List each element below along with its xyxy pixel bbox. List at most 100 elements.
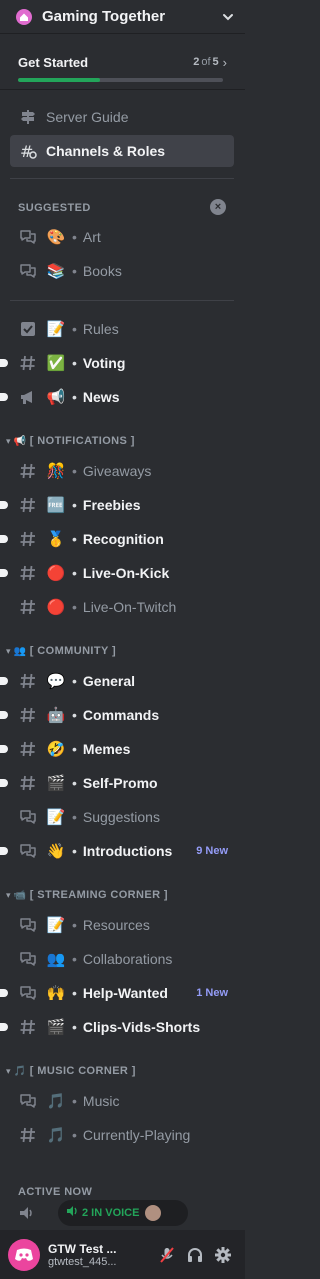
separator-dot: • xyxy=(72,321,77,337)
channel-name: Commands xyxy=(82,707,160,723)
channel-item[interactable]: 🙌 • Help-Wanted 1 New xyxy=(0,977,234,1009)
mute-mic-button[interactable] xyxy=(153,1241,181,1269)
chevron-right-icon: › xyxy=(222,54,227,70)
channel-item[interactable]: 🥇 • Recognition xyxy=(0,523,234,555)
mic-muted-icon xyxy=(160,1246,174,1263)
separator-dot: • xyxy=(72,843,77,859)
channel-emoji: 🤖 xyxy=(46,707,66,724)
unread-indicator xyxy=(0,1023,8,1031)
channel-emoji: 🙌 xyxy=(46,985,66,1002)
channel-emoji: 📚 xyxy=(46,263,66,280)
chevron-down-icon: ▾ xyxy=(6,645,11,656)
separator-dot: • xyxy=(72,985,77,1001)
unread-indicator xyxy=(0,501,8,509)
channel-name: Self-Promo xyxy=(82,775,158,791)
channel-item[interactable]: 🎬 • Clips-Vids-Shorts xyxy=(0,1011,234,1043)
server-home-icon xyxy=(14,7,34,27)
channel-item[interactable]: 📚 • Books xyxy=(10,255,234,287)
channel-emoji: ✅ xyxy=(46,355,66,372)
user-settings-button[interactable] xyxy=(209,1241,237,1269)
separator-dot: • xyxy=(72,463,77,479)
user-panel: GTW Test ... gtwtest_445... xyxy=(0,1230,245,1279)
channel-name: News xyxy=(82,389,120,405)
get-started-progress-bar xyxy=(18,78,223,82)
deafen-button[interactable] xyxy=(181,1241,209,1269)
channel-item[interactable]: 💬 • General xyxy=(0,665,234,697)
channel-item[interactable]: 🤣 • Memes xyxy=(0,733,234,765)
channel-name: Music xyxy=(82,1093,120,1109)
unread-indicator xyxy=(0,677,8,685)
channel-emoji: 🎵 xyxy=(46,1127,66,1144)
suggested-header: SUGGESTED xyxy=(18,202,91,214)
separator-dot: • xyxy=(72,951,77,967)
channel-emoji: 🎨 xyxy=(46,229,66,246)
hash-icon xyxy=(18,529,38,549)
channel-item[interactable]: 📝 • Suggestions xyxy=(10,801,234,833)
channel-item[interactable]: 🤖 • Commands xyxy=(0,699,234,731)
channel-name: Live-On-Kick xyxy=(82,565,170,581)
get-started-panel[interactable]: Get Started 2 of 5 › xyxy=(0,42,245,90)
channel-item[interactable]: 📝 • Rules xyxy=(10,313,234,345)
channel-emoji: 🎵 xyxy=(46,1093,66,1110)
channel-item[interactable]: 👋 • Introductions 9 New xyxy=(0,835,234,867)
divider xyxy=(10,178,234,179)
user-username: gtwtest_445... xyxy=(48,1255,117,1268)
signpost-icon xyxy=(18,107,38,127)
new-messages-badge: 1 New xyxy=(196,987,228,999)
channel-name: Voting xyxy=(82,355,126,371)
channel-name: Memes xyxy=(82,741,131,757)
close-icon[interactable]: × xyxy=(210,199,226,215)
channel-item[interactable]: 📝 • Resources xyxy=(10,909,234,941)
server-guide-item[interactable]: Server Guide xyxy=(10,101,234,133)
channel-item[interactable]: 🎵 • Currently-Playing xyxy=(10,1119,234,1151)
channel-emoji: 👥 xyxy=(46,951,66,968)
channels-roles-item[interactable]: # Channels & Roles xyxy=(10,135,234,167)
separator-dot: • xyxy=(72,497,77,513)
headphones-icon xyxy=(188,1247,202,1262)
separator-dot: • xyxy=(72,775,77,791)
hash-icon xyxy=(18,705,38,725)
channel-emoji: 📢 xyxy=(46,389,66,406)
category-music[interactable]: ▾ 🎵[ MUSIC CORNER ] xyxy=(6,1062,136,1080)
unread-indicator xyxy=(0,569,8,577)
channel-name: Currently-Playing xyxy=(82,1127,191,1143)
chevron-down-icon[interactable] xyxy=(221,10,235,24)
channel-name: Recognition xyxy=(82,531,164,547)
voice-icon xyxy=(66,1204,78,1222)
channel-name: Rules xyxy=(82,321,119,337)
separator-dot: • xyxy=(72,809,77,825)
get-started-label: Get Started xyxy=(18,54,89,70)
channel-item[interactable]: 🎵 • Music xyxy=(10,1085,234,1117)
unread-indicator xyxy=(0,989,8,997)
server-header[interactable]: Gaming Together xyxy=(0,0,245,34)
announcement-icon xyxy=(18,387,38,407)
channel-emoji: 🥇 xyxy=(46,531,66,548)
channel-item[interactable]: 📢 • News xyxy=(0,381,234,413)
category-notifications[interactable]: ▾ 📢[ NOTIFICATIONS ] xyxy=(6,432,135,450)
unread-indicator xyxy=(0,711,8,719)
channel-item[interactable]: 👥 • Collaborations xyxy=(10,943,234,975)
separator-dot: • xyxy=(72,1127,77,1143)
channel-item[interactable]: 🔴 • Live-On-Twitch xyxy=(10,591,234,623)
divider xyxy=(10,300,234,301)
channel-item[interactable]: 🎊 • Giveaways xyxy=(10,455,234,487)
separator-dot: • xyxy=(72,389,77,405)
unread-indicator xyxy=(0,745,8,753)
in-voice-pill[interactable]: 2 IN VOICE xyxy=(58,1200,188,1226)
channel-item[interactable]: 🎨 • Art xyxy=(10,221,234,253)
channel-item[interactable]: 🔴 • Live-On-Kick xyxy=(0,557,234,589)
channel-emoji: 📝 xyxy=(46,321,66,338)
category-community[interactable]: ▾ 👥[ COMMUNITY ] xyxy=(6,642,116,660)
category-streaming[interactable]: ▾ 📹[ STREAMING CORNER ] xyxy=(6,886,168,904)
separator-dot: • xyxy=(72,673,77,689)
channel-name: Live-On-Twitch xyxy=(82,599,177,615)
unread-indicator xyxy=(0,359,8,367)
active-now-header: ACTIVE NOW xyxy=(18,1186,93,1198)
user-names[interactable]: GTW Test ... gtwtest_445... xyxy=(48,1242,153,1268)
channel-item[interactable]: ✅ • Voting xyxy=(0,347,234,379)
avatar[interactable] xyxy=(8,1238,40,1271)
channel-emoji: 🤣 xyxy=(46,741,66,758)
channel-item[interactable]: 🆓 • Freebies xyxy=(0,489,234,521)
hash-icon xyxy=(18,1125,38,1145)
channel-item[interactable]: 🎬 • Self-Promo xyxy=(0,767,234,799)
